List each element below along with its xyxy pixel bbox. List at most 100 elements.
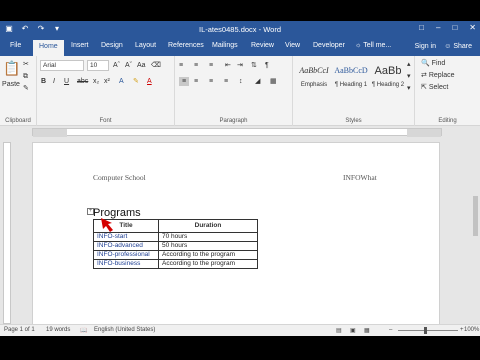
format-painter-icon[interactable]: ✎ <box>23 84 29 93</box>
table-row: INFO-professional According to the progr… <box>93 250 258 260</box>
change-case-icon[interactable]: Aa <box>137 61 146 70</box>
minimize-icon[interactable]: – <box>436 23 440 32</box>
font-label: Font <box>99 118 112 124</box>
ribbon-display-options-icon[interactable]: □ <box>419 23 424 32</box>
print-layout-icon[interactable]: ▣ <box>350 327 356 334</box>
select-label: Select <box>428 84 449 91</box>
tab-home[interactable]: Home <box>33 40 64 56</box>
clear-formatting-icon[interactable]: ⌫ <box>151 61 161 70</box>
scrollbar-thumb[interactable] <box>473 196 478 236</box>
close-icon[interactable]: ✕ <box>469 23 476 32</box>
tab-file[interactable]: File <box>10 42 21 49</box>
font-color-icon[interactable]: A <box>147 77 152 86</box>
styles-scroll-up-icon[interactable]: ▴ <box>407 60 411 69</box>
tell-me-label: Tell me... <box>363 42 392 49</box>
zoom-slider-thumb[interactable] <box>424 327 427 334</box>
multilevel-list-icon[interactable]: ≡ <box>209 61 213 70</box>
find-button[interactable]: 🔍 Find <box>421 59 445 68</box>
align-left-icon[interactable]: ≡ <box>179 77 189 86</box>
paragraph-group: ≡ ≡ ≡ ⇤ ⇥ ⇅ ¶ ≡ ≡ ≡ ≡ ↕ ◢ ▦ Paragraph <box>175 56 293 126</box>
align-right-icon[interactable]: ≡ <box>209 77 213 86</box>
increase-indent-icon[interactable]: ⇥ <box>237 61 243 70</box>
header-left-text: Computer School <box>93 173 146 182</box>
sign-in-link[interactable]: Sign in <box>415 43 436 50</box>
clipboard-group: 📋 Paste ✂ ⧉ ✎ Clipboard <box>0 56 37 126</box>
select-button[interactable]: ⇱ Select <box>421 83 448 92</box>
style-emphasis[interactable]: AaBbCcI Emphasis <box>295 60 333 104</box>
copy-icon[interactable]: ⧉ <box>23 72 28 81</box>
zoom-level[interactable]: 100% <box>464 327 479 333</box>
borders-icon[interactable]: ▦ <box>270 77 277 86</box>
tab-layout[interactable]: Layout <box>135 42 156 49</box>
document-page[interactable]: Computer School INFOWhat + Programs Titl… <box>32 142 440 324</box>
grow-font-icon[interactable]: Aˆ <box>113 61 120 70</box>
style-heading-2[interactable]: AaBb ¶ Heading 2 <box>369 60 407 104</box>
tab-view[interactable]: View <box>285 42 300 49</box>
tab-insert[interactable]: Insert <box>71 42 89 49</box>
table-row: INFO-business According to the program <box>93 259 258 269</box>
ruler-bar[interactable] <box>32 128 442 137</box>
tell-me-box[interactable]: ☼ Tell me... <box>355 42 391 49</box>
language-status[interactable]: English (United States) <box>94 327 155 333</box>
shrink-font-icon[interactable]: Aˇ <box>125 61 132 70</box>
font-name-field[interactable]: Arial <box>40 60 84 71</box>
tab-developer[interactable]: Developer <box>313 42 345 49</box>
zoom-in-icon[interactable]: + <box>460 327 464 333</box>
style-heading-1[interactable]: AaBbCcD ¶ Heading 1 <box>332 60 370 104</box>
strikethrough-button[interactable]: abc <box>77 77 88 86</box>
superscript-button[interactable]: x² <box>104 77 110 86</box>
share-button[interactable]: ☺ Share <box>444 43 472 50</box>
tab-mailings[interactable]: Mailings <box>212 42 238 49</box>
style-emphasis-sample: AaBbCcI <box>299 66 329 75</box>
text-effects-icon[interactable]: A <box>119 77 124 86</box>
ruler-right-margin <box>407 129 441 137</box>
red-arrow-annotation-icon <box>101 218 113 232</box>
underline-button[interactable]: U <box>64 77 69 86</box>
cut-icon[interactable]: ✂ <box>23 60 29 69</box>
lightbulb-icon: ☼ <box>355 42 362 49</box>
numbering-icon[interactable]: ≡ <box>194 61 198 70</box>
shading-icon[interactable]: ◢ <box>255 77 260 86</box>
editing-group: 🔍 Find ⇄ Replace ⇱ Select Editing <box>415 56 480 126</box>
highlight-icon[interactable]: ✎ <box>133 77 139 86</box>
tab-design[interactable]: Design <box>101 42 123 49</box>
style-heading-1-sample: AaBbCcD <box>334 66 368 75</box>
justify-icon[interactable]: ≡ <box>224 77 228 86</box>
tab-references[interactable]: References <box>168 42 204 49</box>
zoom-slider[interactable] <box>398 327 458 334</box>
paste-button[interactable]: Paste <box>2 80 20 89</box>
sort-icon[interactable]: ⇅ <box>251 61 257 70</box>
page-count-status[interactable]: Page 1 of 1 <box>4 327 35 333</box>
table-cell-title: INFO-professional <box>93 250 159 260</box>
bold-button[interactable]: B <box>41 77 46 86</box>
styles-more-icon[interactable]: ▾ <box>407 84 411 93</box>
styles-scroll-down-icon[interactable]: ▾ <box>407 72 411 81</box>
table-cell-title: INFO-advanced <box>93 241 159 251</box>
read-mode-icon[interactable]: ▤ <box>336 327 342 334</box>
zoom-out-icon[interactable]: – <box>389 327 392 333</box>
style-heading-2-sample: AaBb <box>374 65 402 77</box>
show-formatting-icon[interactable]: ¶ <box>265 61 269 70</box>
align-center-icon[interactable]: ≡ <box>194 77 198 86</box>
maximize-icon[interactable]: □ <box>452 23 457 32</box>
line-spacing-icon[interactable]: ↕ <box>239 77 243 86</box>
window-title: IL-ates0485.docx - Word <box>199 25 281 34</box>
styles-label: Styles <box>345 118 362 124</box>
word-count-status[interactable]: 19 words <box>46 327 70 333</box>
subscript-button[interactable]: x₂ <box>93 77 99 86</box>
font-group: Arial 10 Aˆ Aˇ Aa ⌫ B I U abc x₂ x² A ✎ … <box>37 56 175 126</box>
proofing-icon[interactable]: 📖 <box>80 327 87 334</box>
tab-review[interactable]: Review <box>251 42 274 49</box>
replace-button[interactable]: ⇄ Replace <box>421 71 455 80</box>
paste-icon[interactable]: 📋 <box>3 59 20 77</box>
editing-label: Editing <box>438 118 457 124</box>
decrease-indent-icon[interactable]: ⇤ <box>225 61 231 70</box>
web-layout-icon[interactable]: ▦ <box>364 327 370 334</box>
find-label: Find <box>431 60 446 67</box>
table-cell-title: INFO-business <box>93 259 159 269</box>
vertical-scrollbar[interactable] <box>471 138 480 324</box>
bullets-icon[interactable]: ≡ <box>179 61 183 70</box>
italic-button[interactable]: I <box>53 77 55 86</box>
font-size-field[interactable]: 10 <box>87 60 109 71</box>
styles-group: AaBbCcI Emphasis AaBbCcD ¶ Heading 1 AaB… <box>293 56 415 126</box>
